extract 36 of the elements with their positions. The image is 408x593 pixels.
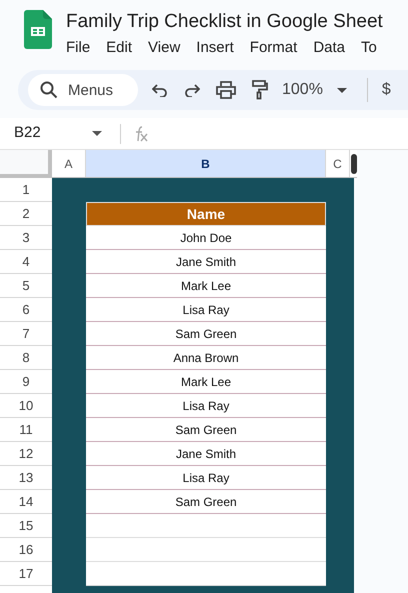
menu-item[interactable]: View bbox=[148, 37, 180, 60]
function-icon bbox=[133, 126, 149, 142]
menu-item[interactable]: Format bbox=[250, 37, 298, 60]
table-cell: Mark Lee bbox=[86, 370, 326, 394]
zoom-dropdown[interactable]: 100% bbox=[282, 78, 353, 102]
menu-item[interactable]: Edit bbox=[106, 37, 132, 60]
table-cell: Mark Lee bbox=[86, 274, 326, 298]
column-header[interactable]: B bbox=[86, 150, 326, 177]
caret-icon bbox=[336, 88, 347, 92]
search-icon bbox=[40, 81, 58, 99]
table-cell: John Doe bbox=[86, 226, 326, 250]
paint-roller-icon[interactable] bbox=[252, 80, 268, 100]
search-field[interactable]: Menus bbox=[28, 74, 138, 106]
document-title[interactable]: Family Trip Checklist in Google Sheet bbox=[66, 10, 383, 34]
spreadsheet-logo-icon[interactable] bbox=[24, 10, 52, 49]
table-cell: Jane Smith bbox=[86, 250, 326, 274]
table-cell: Lisa Ray bbox=[86, 298, 326, 322]
table-cell: Lisa Ray bbox=[86, 466, 326, 490]
print-icon[interactable] bbox=[216, 81, 236, 99]
column-resize-handle[interactable] bbox=[351, 154, 357, 174]
redo-icon[interactable] bbox=[184, 83, 200, 97]
menu-item[interactable]: File bbox=[66, 37, 90, 60]
table-cell: Sam Green bbox=[86, 418, 326, 442]
menu-item[interactable]: Insert bbox=[196, 37, 234, 60]
table-cell: Sam Green bbox=[86, 322, 326, 346]
menu-item[interactable]: Data bbox=[313, 37, 345, 60]
table-cell: Lisa Ray bbox=[86, 394, 326, 418]
currency-button[interactable]: $ bbox=[382, 78, 391, 102]
caret-icon bbox=[92, 131, 102, 136]
table-cell: Anna Brown bbox=[86, 346, 326, 370]
undo-icon[interactable] bbox=[152, 83, 168, 97]
menu-item[interactable]: To bbox=[361, 37, 377, 60]
table-cell: Sam Green bbox=[86, 490, 326, 514]
table-cell: Jane Smith bbox=[86, 442, 326, 466]
table-header: Name bbox=[86, 202, 326, 226]
name-box[interactable]: B22 bbox=[0, 122, 110, 145]
